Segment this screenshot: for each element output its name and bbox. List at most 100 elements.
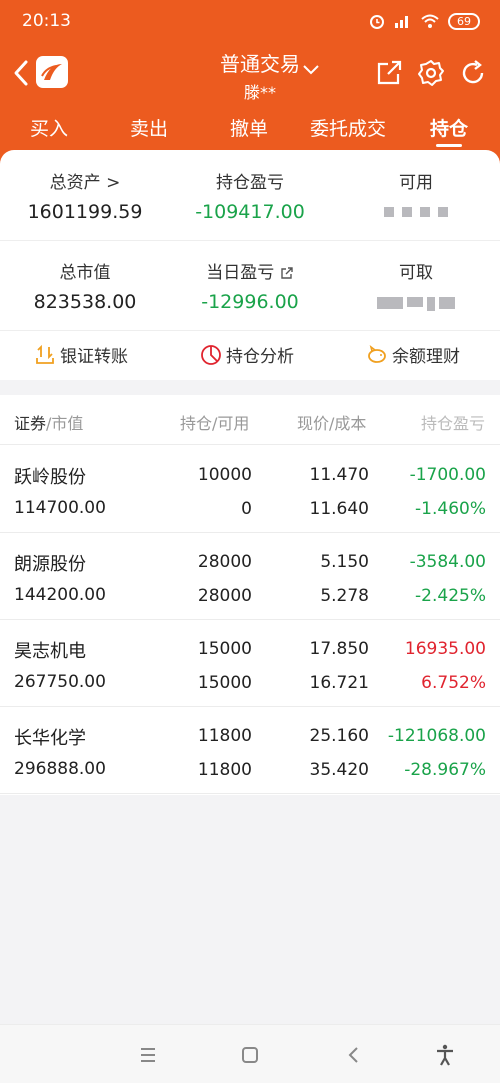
divider bbox=[0, 330, 500, 331]
stock-pl: 16935.00 bbox=[404, 639, 486, 659]
accessibility-icon[interactable] bbox=[433, 1043, 457, 1067]
header-pl[interactable]: 持仓盈亏 bbox=[421, 410, 500, 434]
stock-position: 10000 bbox=[197, 465, 252, 485]
battery-icon: 69 bbox=[448, 12, 480, 30]
system-nav-bar bbox=[0, 1024, 500, 1083]
stock-cost: 16.721 bbox=[309, 673, 369, 693]
title-bar: 普通交易 滕** bbox=[0, 42, 500, 106]
home-icon[interactable] bbox=[238, 1043, 262, 1067]
daily-pl[interactable]: 当日盈亏 -12996.00 bbox=[170, 258, 330, 313]
refresh-icon[interactable] bbox=[458, 58, 488, 88]
back-nav-icon[interactable] bbox=[342, 1043, 366, 1067]
stock-position: 11800 bbox=[197, 726, 252, 746]
table-row[interactable]: 跃岭股份 114700.00 10000 0 11.470 11.640 -17… bbox=[0, 446, 500, 533]
stock-price: 5.150 bbox=[320, 552, 369, 572]
tab-sell[interactable]: 卖出 bbox=[130, 114, 168, 141]
status-bar: 20:13 69 bbox=[0, 0, 500, 42]
settings-icon[interactable] bbox=[416, 58, 446, 88]
table-row[interactable]: 朗源股份 144200.00 28000 28000 5.150 5.278 -… bbox=[0, 533, 500, 620]
bank-transfer-button[interactable]: 银证转账 bbox=[34, 342, 128, 367]
stock-position: 28000 bbox=[197, 552, 252, 572]
total-assets[interactable]: 总资产 > 1601199.59 bbox=[5, 168, 165, 223]
daily-pl-label: 当日盈亏 bbox=[170, 258, 330, 283]
menu-icon[interactable] bbox=[136, 1043, 160, 1067]
market-value-label: 总市值 bbox=[59, 263, 111, 283]
stock-price: 17.850 bbox=[309, 639, 369, 659]
header: 20:13 69 普通交易 滕** 买入 卖出 撤单 委托成交 持仓 bbox=[0, 0, 500, 170]
table-header: 证券/市值 持仓/可用 现价/成本 持仓盈亏 bbox=[0, 395, 500, 445]
stock-available: 28000 bbox=[197, 586, 252, 606]
stock-cost: 11.640 bbox=[309, 499, 369, 519]
stock-name: 朗源股份 bbox=[14, 554, 86, 575]
stock-name: 昊志机电 bbox=[14, 641, 86, 662]
position-analysis-label: 持仓分析 bbox=[226, 347, 294, 367]
stock-price: 25.160 bbox=[309, 726, 369, 746]
stock-cost: 35.420 bbox=[309, 760, 369, 780]
share-icon[interactable] bbox=[374, 58, 404, 88]
account-name: 滕** bbox=[243, 83, 276, 102]
stock-pl-percent: 6.752% bbox=[421, 673, 486, 693]
position-pl: 持仓盈亏 -109417.00 bbox=[170, 168, 330, 223]
status-time: 20:13 bbox=[22, 11, 71, 31]
stock-market-value: 296888.00 bbox=[14, 759, 106, 779]
stock-pl: -121068.00 bbox=[387, 726, 486, 746]
alarm-icon bbox=[370, 15, 384, 29]
stock-pl-percent: -28.967% bbox=[404, 760, 486, 780]
withdrawable-funds: 可取 bbox=[336, 258, 496, 313]
market-value: 总市值 823538.00 bbox=[5, 258, 165, 313]
app-logo bbox=[36, 56, 68, 88]
position-pl-value: -109417.00 bbox=[195, 201, 305, 223]
total-assets-label: 总资产 > bbox=[49, 173, 121, 193]
available-value-masked bbox=[384, 207, 448, 217]
account-summary: 总资产 > 1601199.59 持仓盈亏 -109417.00 可用 总市值 … bbox=[0, 150, 500, 380]
external-link-icon bbox=[281, 267, 293, 279]
stock-market-value: 267750.00 bbox=[14, 672, 106, 692]
available-label: 可用 bbox=[399, 173, 433, 193]
total-assets-value: 1601199.59 bbox=[27, 201, 143, 223]
wifi-icon bbox=[421, 14, 439, 28]
stock-position: 15000 bbox=[197, 639, 252, 659]
stock-pl-percent: -2.425% bbox=[415, 586, 486, 606]
stock-name: 长华化学 bbox=[14, 728, 86, 749]
table-row[interactable]: 昊志机电 267750.00 15000 15000 17.850 16.721… bbox=[0, 620, 500, 707]
active-tab-indicator bbox=[436, 144, 462, 147]
market-value-value: 823538.00 bbox=[33, 291, 137, 313]
balance-finance-label: 余额理财 bbox=[392, 347, 460, 367]
stock-available: 11800 bbox=[197, 760, 252, 780]
tab-buy[interactable]: 买入 bbox=[30, 114, 68, 141]
tab-orders-trades[interactable]: 委托成交 bbox=[310, 114, 386, 141]
stock-price: 11.470 bbox=[309, 465, 369, 485]
withdrawable-value-masked bbox=[377, 297, 455, 311]
status-icons: 69 bbox=[368, 12, 480, 30]
tab-positions[interactable]: 持仓 bbox=[430, 114, 468, 141]
stock-available: 0 bbox=[241, 499, 252, 519]
header-position[interactable]: 持仓/可用 bbox=[180, 410, 249, 434]
table-row[interactable]: 长华化学 296888.00 11800 11800 25.160 35.420… bbox=[0, 707, 500, 794]
stock-market-value: 144200.00 bbox=[14, 585, 106, 605]
stock-pl-percent: -1.460% bbox=[415, 499, 486, 519]
divider bbox=[0, 240, 500, 241]
signal-icon bbox=[395, 16, 408, 28]
position-pl-label: 持仓盈亏 bbox=[216, 173, 284, 193]
page-title: 普通交易 bbox=[220, 52, 300, 76]
stock-pl: -1700.00 bbox=[409, 465, 486, 485]
withdrawable-label: 可取 bbox=[399, 263, 433, 283]
balance-finance-button[interactable]: 余额理财 bbox=[366, 342, 460, 367]
available-funds: 可用 bbox=[336, 168, 496, 221]
bank-transfer-label: 银证转账 bbox=[60, 347, 128, 367]
tab-cancel-order[interactable]: 撤单 bbox=[230, 114, 268, 141]
chevron-down-icon[interactable] bbox=[302, 64, 320, 76]
daily-pl-value: -12996.00 bbox=[201, 291, 299, 313]
stock-available: 15000 bbox=[197, 673, 252, 693]
transfer-icon bbox=[36, 344, 54, 364]
header-security[interactable]: 证券/市值 bbox=[14, 410, 83, 434]
stock-cost: 5.278 bbox=[320, 586, 369, 606]
pie-chart-icon bbox=[201, 344, 221, 365]
position-analysis-button[interactable]: 持仓分析 bbox=[200, 342, 294, 367]
header-price[interactable]: 现价/成本 bbox=[297, 410, 366, 434]
piggy-bank-icon bbox=[368, 344, 386, 363]
stock-pl: -3584.00 bbox=[409, 552, 486, 572]
back-button[interactable] bbox=[10, 58, 32, 88]
stock-name: 跃岭股份 bbox=[14, 467, 86, 488]
stock-market-value: 114700.00 bbox=[14, 498, 106, 518]
